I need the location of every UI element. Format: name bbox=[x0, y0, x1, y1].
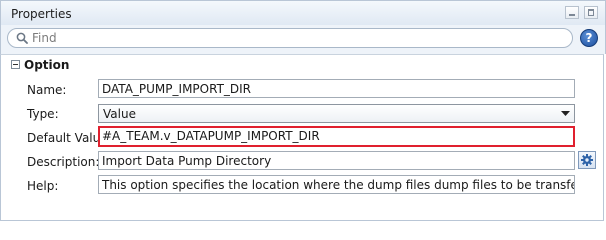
search-bar: ? bbox=[0, 25, 606, 54]
default-value-field[interactable]: #A_TEAM.v_DATAPUMP_IMPORT_DIR bbox=[98, 126, 575, 147]
help-field[interactable]: This option specifies the location where… bbox=[98, 175, 575, 194]
name-field[interactable]: DATA_PUMP_IMPORT_DIR bbox=[98, 79, 575, 98]
search-icon bbox=[16, 32, 28, 44]
search-input[interactable] bbox=[32, 31, 562, 45]
name-label: Name: bbox=[27, 83, 67, 97]
type-select[interactable]: Value bbox=[98, 104, 575, 123]
chevron-down-icon bbox=[561, 111, 570, 116]
help-icon[interactable]: ? bbox=[580, 29, 598, 47]
description-label: Description: bbox=[27, 155, 100, 169]
description-field[interactable]: Import Data Pump Directory bbox=[98, 151, 575, 170]
gear-icon bbox=[581, 154, 593, 166]
minimize-icon[interactable] bbox=[565, 6, 579, 19]
option-panel: Option Name: DATA_PUMP_IMPORT_DIR Type: … bbox=[0, 54, 604, 221]
type-select-value: Value bbox=[103, 107, 136, 121]
help-label: Help: bbox=[27, 179, 59, 193]
collapse-icon[interactable] bbox=[11, 60, 20, 69]
properties-titlebar: Properties bbox=[0, 0, 606, 26]
maximize-icon[interactable] bbox=[584, 6, 598, 19]
search-box[interactable] bbox=[7, 28, 573, 48]
type-label: Type: bbox=[27, 107, 59, 121]
section-title: Option bbox=[24, 58, 70, 72]
panel-title: Properties bbox=[11, 7, 72, 21]
edit-description-button[interactable] bbox=[578, 151, 596, 169]
